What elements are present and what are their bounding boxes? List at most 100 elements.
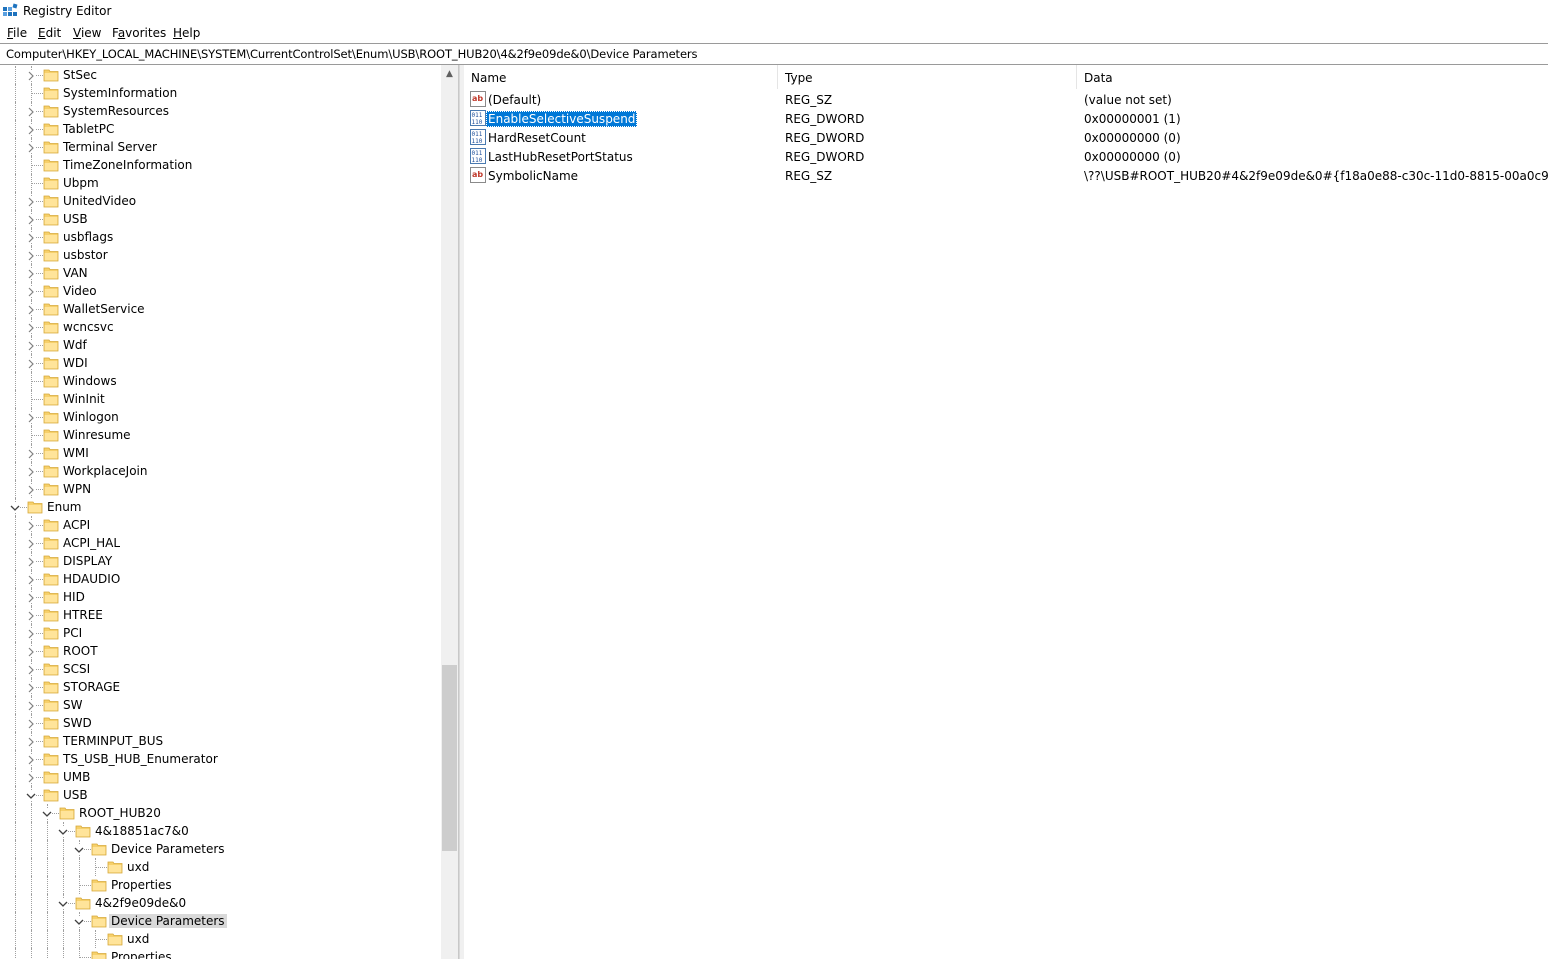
chevron-down-icon[interactable] bbox=[10, 502, 20, 512]
tree-node[interactable]: WinInit bbox=[0, 390, 440, 408]
menu-file[interactable]: File bbox=[7, 26, 27, 40]
tree-node[interactable]: uxd bbox=[0, 930, 440, 948]
menu-help[interactable]: Help bbox=[173, 26, 200, 40]
tree-node[interactable]: ROOT bbox=[0, 642, 440, 660]
tree-node-label[interactable]: TS_USB_HUB_Enumerator bbox=[61, 752, 220, 766]
tree-node[interactable]: Device Parameters bbox=[0, 840, 440, 858]
chevron-right-icon[interactable] bbox=[26, 466, 36, 477]
chevron-right-icon[interactable] bbox=[26, 700, 36, 711]
column-header-name[interactable]: Name bbox=[464, 65, 778, 89]
chevron-right-icon[interactable] bbox=[26, 664, 36, 675]
tree-node[interactable]: Properties bbox=[0, 876, 440, 894]
chevron-right-icon[interactable] bbox=[26, 592, 36, 603]
value-name[interactable]: (Default) bbox=[486, 92, 543, 108]
tree-node-label[interactable]: Terminal Server bbox=[61, 140, 159, 154]
chevron-right-icon[interactable] bbox=[26, 736, 36, 747]
tree-node[interactable]: uxd bbox=[0, 858, 440, 876]
tree-node[interactable]: PCI bbox=[0, 624, 440, 642]
tree-node[interactable]: wcncsvc bbox=[0, 318, 440, 336]
chevron-right-icon[interactable] bbox=[26, 610, 36, 621]
tree-node[interactable]: HTREE bbox=[0, 606, 440, 624]
tree-node[interactable]: VAN bbox=[0, 264, 440, 282]
tree-node-label[interactable]: usbflags bbox=[61, 230, 115, 244]
chevron-right-icon[interactable] bbox=[26, 754, 36, 765]
tree-node-label[interactable]: Ubpm bbox=[61, 176, 101, 190]
tree-node[interactable]: Windows bbox=[0, 372, 440, 390]
tree-node[interactable]: SW bbox=[0, 696, 440, 714]
tree-node[interactable]: WorkplaceJoin bbox=[0, 462, 440, 480]
tree-node-label[interactable]: UMB bbox=[61, 770, 92, 784]
chevron-right-icon[interactable] bbox=[26, 106, 36, 117]
value-name[interactable]: SymbolicName bbox=[486, 168, 580, 184]
menu-favorites[interactable]: Favorites bbox=[112, 26, 166, 40]
tree-node[interactable]: Ubpm bbox=[0, 174, 440, 192]
tree-node-label[interactable]: SystemResources bbox=[61, 104, 171, 118]
tree-node[interactable]: Terminal Server bbox=[0, 138, 440, 156]
tree-node[interactable]: HDAUDIO bbox=[0, 570, 440, 588]
chevron-right-icon[interactable] bbox=[26, 538, 36, 549]
chevron-down-icon[interactable] bbox=[42, 808, 52, 818]
chevron-right-icon[interactable] bbox=[26, 556, 36, 567]
chevron-right-icon[interactable] bbox=[26, 250, 36, 261]
tree-node-label[interactable]: STORAGE bbox=[61, 680, 122, 694]
tree-node[interactable]: 4&2f9e09de&0 bbox=[0, 894, 440, 912]
chevron-right-icon[interactable] bbox=[26, 196, 36, 207]
tree-node-label[interactable]: StSec bbox=[61, 68, 99, 82]
tree-node[interactable]: UnitedVideo bbox=[0, 192, 440, 210]
tree-node-label[interactable]: Properties bbox=[109, 950, 174, 959]
tree-node[interactable]: SystemResources bbox=[0, 102, 440, 120]
tree-node-label[interactable]: ACPI_HAL bbox=[61, 536, 122, 550]
chevron-down-icon[interactable] bbox=[26, 790, 36, 800]
value-row[interactable]: ab SymbolicName REG_SZ \??\USB#ROOT_HUB20#4… bbox=[464, 166, 1548, 185]
tree-node[interactable]: SWD bbox=[0, 714, 440, 732]
values-list[interactable]: Name Type Data ab (Default) REG_SZ (value n… bbox=[464, 65, 1548, 959]
tree-node-label[interactable]: Winresume bbox=[61, 428, 133, 442]
chevron-right-icon[interactable] bbox=[26, 682, 36, 693]
chevron-down-icon[interactable] bbox=[74, 844, 84, 854]
chevron-right-icon[interactable] bbox=[26, 772, 36, 783]
tree-node[interactable]: USB bbox=[0, 786, 440, 804]
chevron-right-icon[interactable] bbox=[26, 448, 36, 459]
chevron-right-icon[interactable] bbox=[26, 286, 36, 297]
value-row[interactable]: 011 110 LastHubResetPortStatus REG_DWORD 0x0… bbox=[464, 147, 1548, 166]
tree-node-label[interactable]: TERMINPUT_BUS bbox=[61, 734, 165, 748]
chevron-right-icon[interactable] bbox=[26, 124, 36, 135]
tree-node-label[interactable]: Enum bbox=[45, 500, 83, 514]
chevron-right-icon[interactable] bbox=[26, 304, 36, 315]
chevron-right-icon[interactable] bbox=[26, 232, 36, 243]
tree-node[interactable]: ACPI_HAL bbox=[0, 534, 440, 552]
tree-node-label[interactable]: SWD bbox=[61, 716, 94, 730]
chevron-right-icon[interactable] bbox=[26, 628, 36, 639]
chevron-right-icon[interactable] bbox=[26, 340, 36, 351]
address-bar[interactable]: Computer\HKEY_LOCAL_MACHINE\SYSTEM\Curre… bbox=[0, 43, 1548, 65]
tree-node-label[interactable]: TabletPC bbox=[61, 122, 116, 136]
tree-node[interactable]: Winlogon bbox=[0, 408, 440, 426]
column-header-data[interactable]: Data bbox=[1077, 65, 1547, 89]
tree-node[interactable]: Winresume bbox=[0, 426, 440, 444]
menu-edit[interactable]: Edit bbox=[38, 26, 61, 40]
tree-node-label[interactable]: WorkplaceJoin bbox=[61, 464, 150, 478]
tree-node-label[interactable]: WinInit bbox=[61, 392, 107, 406]
chevron-down-icon[interactable] bbox=[58, 826, 68, 836]
chevron-right-icon[interactable] bbox=[26, 70, 36, 81]
tree-node-label[interactable]: 4&18851ac7&0 bbox=[93, 824, 191, 838]
tree-node-label[interactable]: wcncsvc bbox=[61, 320, 116, 334]
tree-node[interactable]: Wdf bbox=[0, 336, 440, 354]
value-name[interactable]: LastHubResetPortStatus bbox=[486, 149, 635, 165]
tree-node[interactable]: HID bbox=[0, 588, 440, 606]
chevron-right-icon[interactable] bbox=[26, 142, 36, 153]
tree-node-label[interactable]: ROOT bbox=[61, 644, 100, 658]
tree-node-label[interactable]: USB bbox=[61, 788, 90, 802]
tree-node[interactable]: 4&18851ac7&0 bbox=[0, 822, 440, 840]
chevron-right-icon[interactable] bbox=[26, 322, 36, 333]
tree-node[interactable]: USB bbox=[0, 210, 440, 228]
chevron-right-icon[interactable] bbox=[26, 520, 36, 531]
tree-node-label[interactable]: SW bbox=[61, 698, 84, 712]
tree-node-label[interactable]: Wdf bbox=[61, 338, 89, 352]
tree-node-label[interactable]: Properties bbox=[109, 878, 174, 892]
tree-node-label[interactable]: WalletService bbox=[61, 302, 147, 316]
tree-node[interactable]: StSec bbox=[0, 66, 440, 84]
tree-node-label[interactable]: VAN bbox=[61, 266, 90, 280]
tree-node[interactable]: DISPLAY bbox=[0, 552, 440, 570]
tree-node[interactable]: WMI bbox=[0, 444, 440, 462]
